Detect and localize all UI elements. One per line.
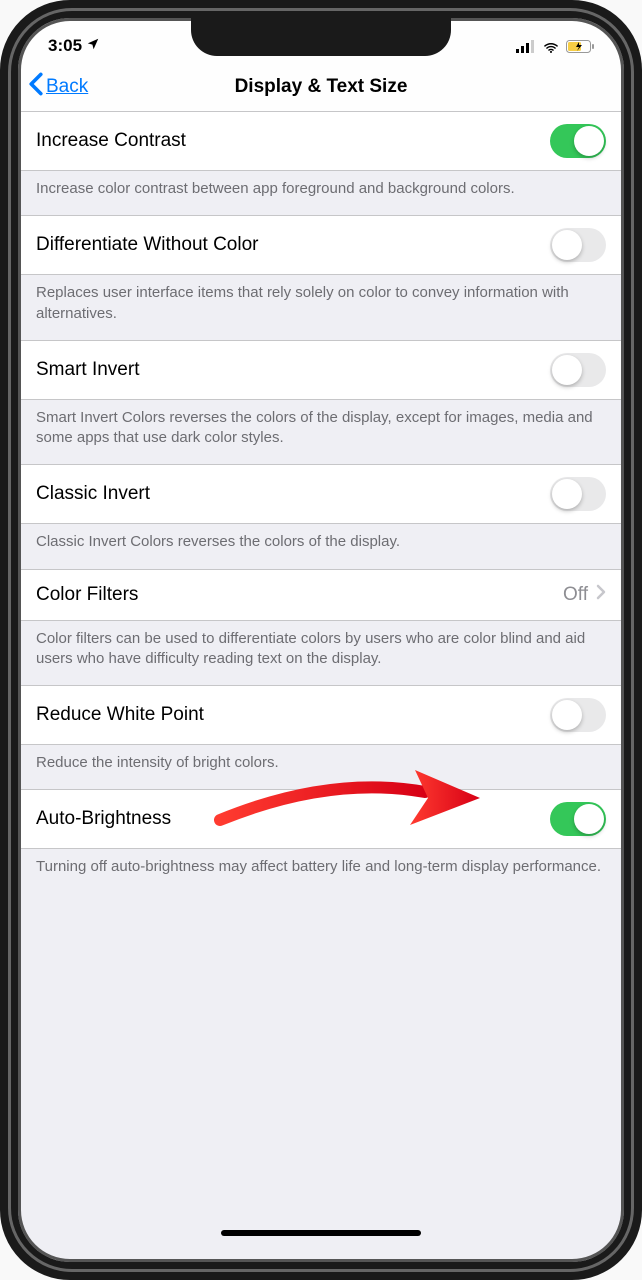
- differentiate-footer: Replaces user interface items that rely …: [18, 275, 624, 340]
- back-label: Back: [46, 76, 88, 98]
- row-label: Classic Invert: [36, 483, 150, 505]
- color-filters-value: Off: [563, 584, 588, 606]
- reduce-white-point-row[interactable]: Reduce White Point: [18, 685, 624, 745]
- settings-list: Increase Contrast Increase color contras…: [18, 112, 624, 894]
- chevron-left-icon: [28, 72, 44, 102]
- status-right: [516, 40, 594, 53]
- battery-charging-icon: [566, 40, 594, 53]
- row-label: Reduce White Point: [36, 704, 204, 726]
- classic-invert-toggle[interactable]: [550, 477, 606, 511]
- differentiate-without-color-row[interactable]: Differentiate Without Color: [18, 215, 624, 275]
- reduce-white-point-footer: Reduce the intensity of bright colors.: [18, 745, 624, 789]
- differentiate-toggle[interactable]: [550, 228, 606, 262]
- wifi-icon: [542, 40, 560, 53]
- location-icon: [86, 36, 100, 56]
- chevron-right-icon: [596, 584, 606, 606]
- row-label: Color Filters: [36, 584, 138, 606]
- auto-brightness-row[interactable]: Auto-Brightness: [18, 789, 624, 849]
- row-label: Smart Invert: [36, 359, 139, 381]
- row-label: Increase Contrast: [36, 130, 186, 152]
- classic-invert-footer: Classic Invert Colors reverses the color…: [18, 524, 624, 568]
- increase-contrast-row[interactable]: Increase Contrast: [18, 112, 624, 171]
- auto-brightness-footer: Turning off auto-brightness may affect b…: [18, 849, 624, 893]
- smart-invert-footer: Smart Invert Colors reverses the colors …: [18, 400, 624, 465]
- auto-brightness-toggle[interactable]: [550, 802, 606, 836]
- increase-contrast-footer: Increase color contrast between app fore…: [18, 171, 624, 215]
- color-filters-row[interactable]: Color Filters Off: [18, 569, 624, 621]
- home-indicator[interactable]: [221, 1230, 421, 1236]
- status-time: 3:05: [48, 36, 82, 56]
- cellular-signal-icon: [516, 40, 536, 53]
- increase-contrast-toggle[interactable]: [550, 124, 606, 158]
- classic-invert-row[interactable]: Classic Invert: [18, 464, 624, 524]
- color-filters-footer: Color filters can be used to differentia…: [18, 621, 624, 686]
- reduce-white-point-toggle[interactable]: [550, 698, 606, 732]
- smart-invert-row[interactable]: Smart Invert: [18, 340, 624, 400]
- page-title: Display & Text Size: [235, 76, 408, 98]
- back-button[interactable]: Back: [18, 72, 88, 102]
- row-label: Auto-Brightness: [36, 808, 171, 830]
- row-label: Differentiate Without Color: [36, 234, 258, 256]
- nav-bar: Back Display & Text Size: [18, 62, 624, 112]
- smart-invert-toggle[interactable]: [550, 353, 606, 387]
